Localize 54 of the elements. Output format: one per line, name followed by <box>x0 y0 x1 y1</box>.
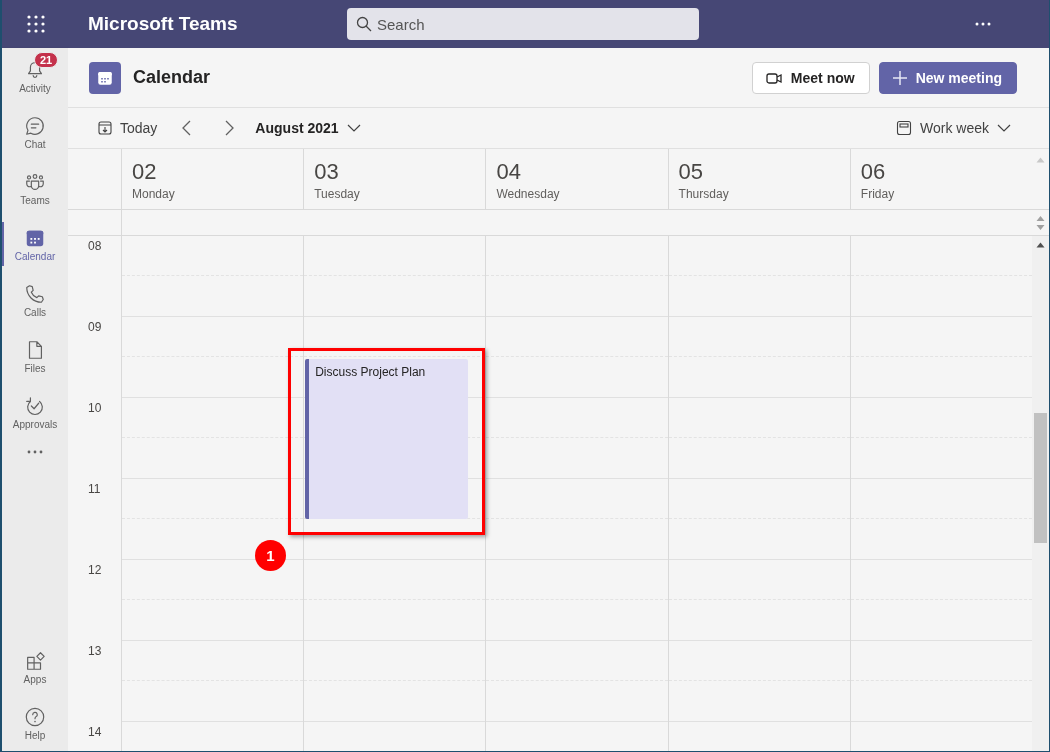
day-number: 06 <box>860 159 887 185</box>
meet-now-button[interactable]: Meet now <box>751 61 870 94</box>
today-button[interactable]: Today <box>98 112 158 144</box>
rail-item[interactable]: Files <box>2 328 68 384</box>
day-number: 05 <box>678 159 705 185</box>
search-field[interactable]: Search <box>347 8 699 40</box>
hour-label: 09 <box>88 320 102 334</box>
weekday-label: Friday <box>860 187 896 201</box>
view-picker[interactable]: Work week <box>896 112 1011 144</box>
more-apps-icon[interactable] <box>27 450 43 454</box>
new-meeting-button[interactable]: New meeting <box>878 61 1017 94</box>
callout-marker: 1 <box>255 540 286 571</box>
hour-label: 13 <box>88 644 102 658</box>
rail-item[interactable]: Teams <box>2 160 68 216</box>
day-number: 04 <box>496 159 522 185</box>
scroll-up-icon[interactable] <box>1036 242 1045 248</box>
weekday-label: Wednesday <box>496 187 561 201</box>
chevron-down-icon <box>346 124 361 132</box>
hour-label: 14 <box>88 725 102 739</box>
weekday-label: Thursday <box>678 187 730 201</box>
calendar-event[interactable]: Discuss Project Plan <box>305 358 469 519</box>
page-title: Calendar <box>133 67 211 88</box>
hour-label: 08 <box>88 239 102 253</box>
app-title: Microsoft Teams <box>88 13 239 35</box>
approval-icon <box>24 394 46 417</box>
notification-badge: 21 <box>34 52 59 68</box>
chevron-down-icon <box>997 124 1011 132</box>
rail-item[interactable]: Activity 21 <box>2 48 68 104</box>
today-icon <box>98 121 112 135</box>
hour-label: 10 <box>88 401 102 415</box>
rail-item[interactable]: Approvals <box>2 384 68 440</box>
day-number: 02 <box>132 159 158 185</box>
plus-icon <box>891 69 908 86</box>
apps-icon <box>24 649 46 672</box>
chat-icon <box>24 114 46 137</box>
scrollbar[interactable] <box>1032 236 1049 751</box>
month-picker[interactable]: August 2021 <box>255 112 361 144</box>
rail-item[interactable]: Calendar <box>2 216 68 272</box>
day-number: 03 <box>314 159 340 185</box>
view-icon <box>896 120 912 136</box>
app-launcher-icon[interactable] <box>26 14 46 34</box>
rail-item[interactable]: Calls <box>2 272 68 328</box>
phone-icon <box>24 282 46 305</box>
more-options-icon[interactable] <box>975 22 991 26</box>
calendar-app-icon <box>89 61 121 94</box>
scrollbar-thumb[interactable] <box>1034 413 1047 543</box>
rail-item[interactable]: Chat <box>2 104 68 160</box>
hour-label: 11 <box>88 482 101 496</box>
weekday-label: Monday <box>132 187 176 201</box>
rail-item[interactable]: Apps <box>2 639 68 695</box>
help-icon <box>24 705 46 728</box>
weekday-label: Tuesday <box>314 187 361 201</box>
rail-item[interactable]: Help <box>2 695 68 751</box>
hour-label: 12 <box>88 563 102 577</box>
